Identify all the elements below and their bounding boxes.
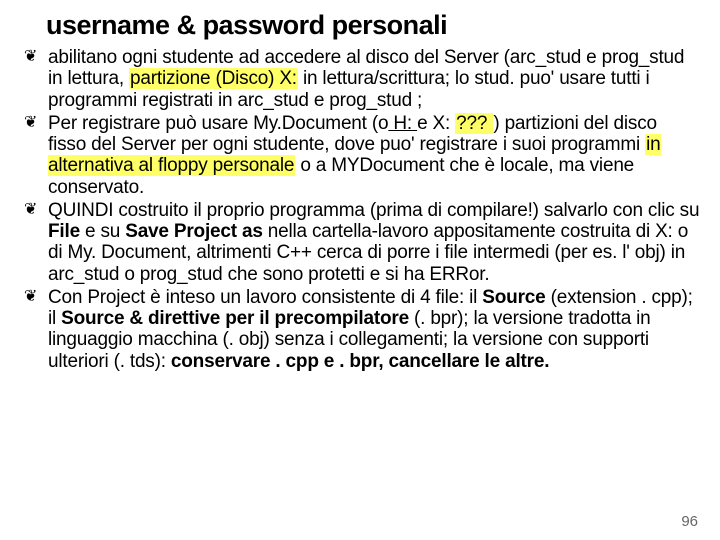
bold: Source & direttive per il precompilatore: [61, 308, 409, 329]
bullet-icon: ❦: [24, 201, 37, 219]
text: e X:: [417, 113, 455, 134]
bold: Save Project as: [125, 221, 262, 242]
slide: username & password personali ❦ abilitan…: [0, 0, 720, 540]
slide-title: username & password personali: [46, 10, 700, 41]
bold: File: [48, 221, 80, 242]
bullet-list: ❦ abilitano ogni studente ad accedere al…: [20, 47, 700, 372]
bullet-icon: ❦: [24, 114, 37, 132]
text: Per registrare può usare My.Document (o: [48, 113, 388, 134]
bullet-icon: ❦: [24, 48, 37, 66]
highlight: ???: [455, 113, 493, 134]
list-item: ❦ Con Project è inteso un lavoro consist…: [20, 287, 700, 372]
text: QUINDI costruito il proprio programma (p…: [48, 200, 699, 221]
list-item: ❦ QUINDI costruito il proprio programma …: [20, 200, 700, 285]
text: e su: [80, 221, 125, 242]
bold: conservare . cpp e . bpr, cancellare le …: [171, 351, 549, 372]
underline: H:: [388, 113, 417, 134]
bold: Source: [482, 287, 545, 308]
list-item: ❦ Per registrare può usare My.Document (…: [20, 113, 700, 198]
text: Con Project è inteso un lavoro consisten…: [48, 287, 482, 308]
list-item: ❦ abilitano ogni studente ad accedere al…: [20, 47, 700, 111]
bullet-icon: ❦: [24, 288, 37, 306]
page-number: 96: [681, 513, 698, 530]
highlight: partizione (Disco) X:: [129, 68, 298, 89]
